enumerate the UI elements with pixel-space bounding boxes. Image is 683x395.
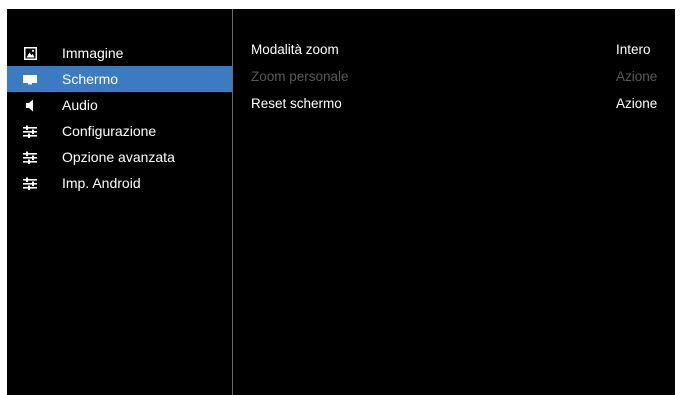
- sliders-icon: [22, 149, 38, 165]
- menu-screen: Immagine Schermo Audio Configurazione Op…: [7, 9, 675, 395]
- sidebar-item-audio[interactable]: Audio: [7, 92, 232, 118]
- setting-row-modalita-zoom[interactable]: Modalità zoom Intero: [251, 36, 676, 62]
- sliders-icon: [22, 123, 38, 139]
- sliders-icon: [22, 175, 38, 191]
- setting-value: Azione: [616, 68, 658, 84]
- settings-panel: Modalità zoom Intero Zoom personale Azio…: [233, 9, 675, 395]
- sidebar-item-label: Configurazione: [62, 123, 157, 139]
- sidebar-item-label: Opzione avanzata: [62, 149, 175, 165]
- sidebar-item-schermo[interactable]: Schermo: [7, 66, 232, 92]
- setting-row-reset-schermo[interactable]: Reset schermo Azione: [251, 90, 676, 116]
- screen-icon: [22, 71, 38, 87]
- sidebar-item-label: Schermo: [62, 71, 119, 87]
- setting-label: Modalità zoom: [251, 41, 339, 57]
- sidebar-item-label: Imp. Android: [62, 175, 141, 191]
- setting-value: Azione: [616, 95, 658, 111]
- sidebar-item-configurazione[interactable]: Configurazione: [7, 118, 232, 144]
- setting-value: Intero: [616, 41, 651, 57]
- sidebar-item-opzione-avanzata[interactable]: Opzione avanzata: [7, 144, 232, 170]
- speaker-icon: [22, 97, 38, 113]
- sidebar: Immagine Schermo Audio Configurazione Op…: [7, 9, 233, 395]
- setting-label: Reset schermo: [251, 95, 342, 111]
- sidebar-item-immagine[interactable]: Immagine: [7, 40, 232, 66]
- setting-row-zoom-personale: Zoom personale Azione: [251, 63, 676, 89]
- setting-label: Zoom personale: [251, 68, 349, 84]
- picture-icon: [22, 45, 38, 61]
- sidebar-item-label: Audio: [62, 97, 98, 113]
- sidebar-item-imp-android[interactable]: Imp. Android: [7, 170, 232, 196]
- sidebar-item-label: Immagine: [62, 45, 124, 61]
